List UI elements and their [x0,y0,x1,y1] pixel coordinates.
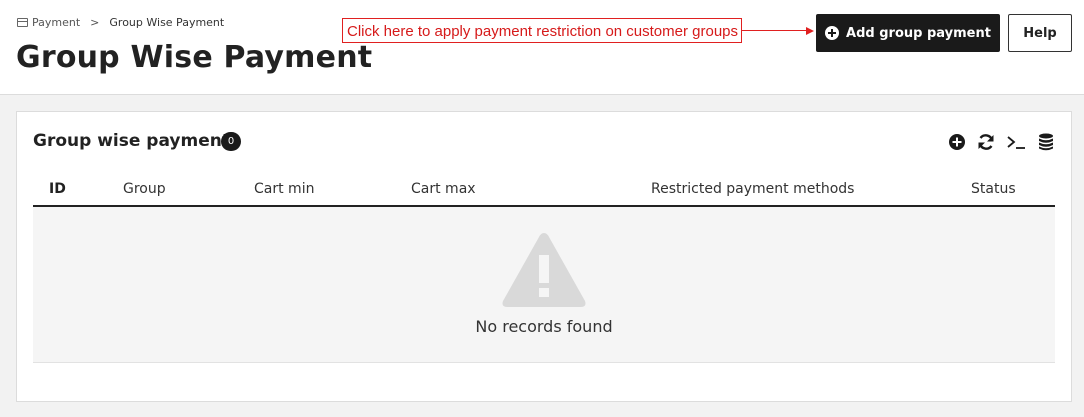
add-circle-icon[interactable] [947,132,967,152]
help-button[interactable]: Help [1008,14,1072,52]
table-empty-state: No records found [33,207,1055,363]
database-icon[interactable] [1036,132,1056,152]
annotation-callout: Click here to apply payment restriction … [342,18,742,43]
add-group-payment-button[interactable]: Add group payment [816,14,1000,52]
table-header: ID Group Cart min Cart max Restricted pa… [33,169,1055,207]
warning-icon [502,233,586,307]
column-header-cart-max[interactable]: Cart max [411,181,476,197]
column-header-restricted-methods[interactable]: Restricted payment methods [651,181,854,197]
add-group-payment-label: Add group payment [846,25,991,41]
column-header-status[interactable]: Status [971,181,1016,197]
breadcrumb-current: Group Wise Payment [109,16,225,29]
payment-card-icon [17,18,28,27]
refresh-icon[interactable] [976,132,996,152]
breadcrumb-separator: > [90,16,100,29]
group-payment-panel: Group wise payment 0 ID Group Cart min C… [16,111,1072,402]
annotation-arrow-head [806,27,814,35]
annotation-arrow-line [742,30,808,31]
record-count-badge: 0 [221,132,241,151]
empty-state-message: No records found [475,317,613,336]
column-header-id[interactable]: ID [49,181,66,197]
breadcrumb-root[interactable]: Payment [32,16,80,29]
page-header: Payment > Group Wise Payment Group Wise … [0,0,1084,95]
column-header-cart-min[interactable]: Cart min [254,181,314,197]
breadcrumb: Payment > Group Wise Payment [17,16,224,29]
terminal-icon[interactable] [1006,132,1026,152]
page-title: Group Wise Payment [16,40,373,75]
column-header-group[interactable]: Group [123,181,166,197]
panel-title: Group wise payment [33,131,230,151]
plus-circle-icon [825,26,840,40]
